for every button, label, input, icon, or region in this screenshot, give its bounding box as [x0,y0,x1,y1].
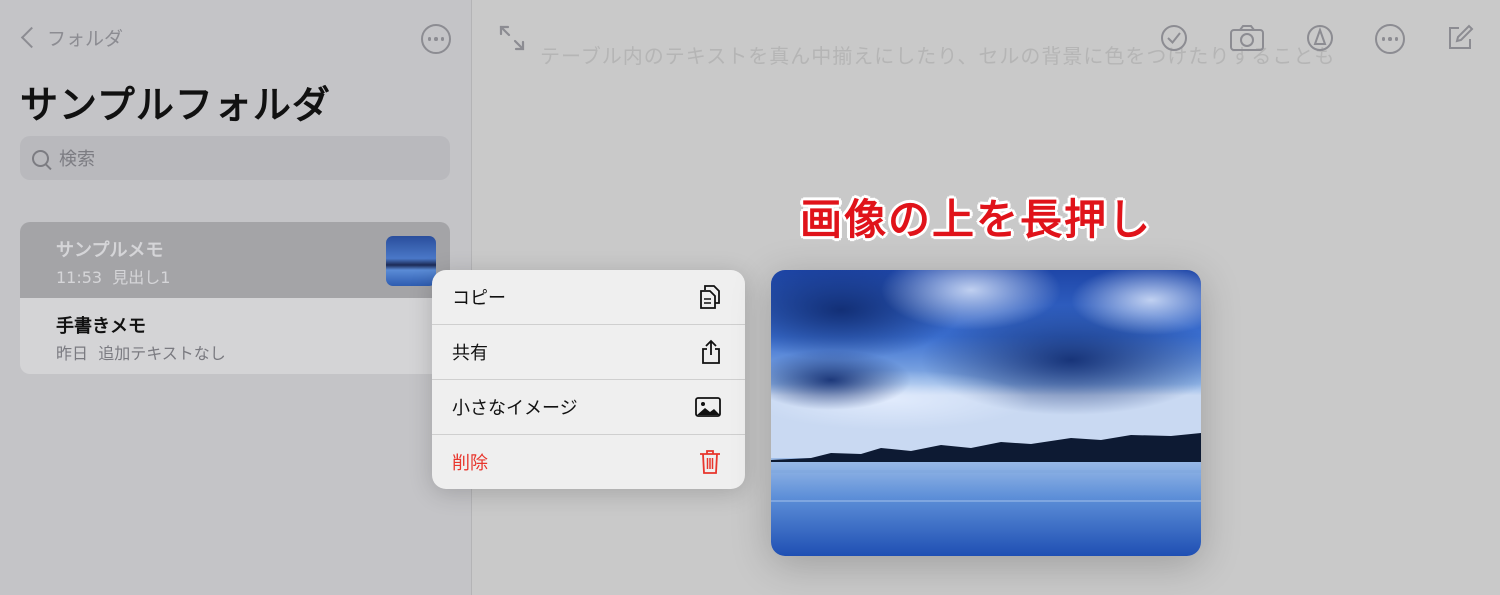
expand-icon[interactable] [498,24,526,52]
image-preview[interactable] [771,270,1201,556]
chevron-left-icon [20,26,43,49]
more-options-button[interactable] [421,24,451,54]
compose-icon[interactable] [1446,24,1474,52]
landscape-image [771,270,1201,556]
image-icon [695,397,721,417]
copy-icon [700,285,720,309]
sidebar: フォルダ サンプルフォルダ 検索 サンプルメモ 11:53 見出し1 手書きメモ… [0,0,472,595]
camera-icon[interactable] [1229,24,1265,52]
annotation-label: 画像の上を長押し [800,195,1153,244]
note-meta: 昨日 追加テキストなし [56,344,226,363]
note-thumbnail [386,236,436,286]
note-meta: 11:53 見出し1 [56,268,171,287]
menu-item-small-image[interactable]: 小さなイメージ [432,380,745,435]
share-icon [702,339,720,364]
list-item[interactable]: 手書きメモ 昨日 追加テキストなし [20,298,450,374]
search-placeholder: 検索 [59,149,95,170]
markup-pen-icon[interactable] [1306,24,1334,52]
list-item[interactable]: サンプルメモ 11:53 見出し1 [20,222,450,298]
search-icon [32,149,49,167]
menu-item-delete[interactable]: 削除 [432,435,745,489]
page-title: サンプルフォルダ [20,83,331,127]
menu-item-label: コピー [452,288,506,309]
menu-item-label: 共有 [452,343,488,364]
editor-text: テーブル内のテキストを真ん中揃えにしたり、セルの背景に色をつけたりすることも [540,44,1336,68]
trash-icon [700,450,720,474]
back-button[interactable]: フォルダ [18,24,123,51]
checklist-icon[interactable] [1160,24,1188,52]
menu-item-share[interactable]: 共有 [432,325,745,380]
context-menu: コピー 共有 小さなイメージ 削除 [432,270,745,489]
menu-item-label: 小さなイメージ [452,398,578,419]
more-icon[interactable] [1375,24,1405,54]
menu-item-label: 削除 [452,453,488,474]
note-title: サンプルメモ [56,240,164,261]
note-title: 手書きメモ [56,316,146,337]
search-field[interactable]: 検索 [20,136,450,180]
menu-item-copy[interactable]: コピー [432,270,745,325]
back-label: フォルダ [47,28,124,50]
note-list: サンプルメモ 11:53 見出し1 手書きメモ 昨日 追加テキストなし [20,222,450,374]
